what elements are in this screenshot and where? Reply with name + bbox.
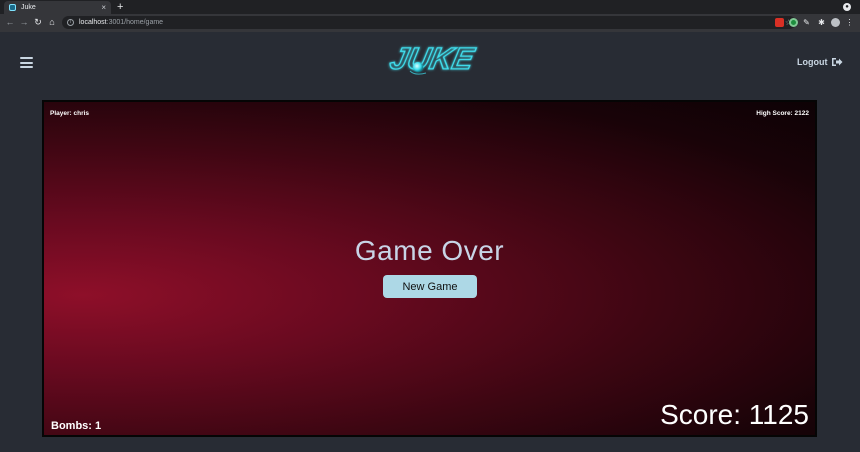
profile-avatar-icon[interactable] — [831, 18, 840, 27]
extension-red-icon[interactable] — [775, 18, 784, 27]
favicon-icon — [9, 4, 16, 11]
browser-tab[interactable]: Juke × — [4, 1, 111, 14]
logout-button[interactable]: Logout — [797, 57, 843, 67]
tab-title: Juke — [21, 4, 36, 11]
bombs-count: Bombs: 1 — [51, 420, 102, 432]
svg-text:JUKE: JUKE — [387, 41, 478, 76]
close-tab-icon[interactable]: × — [101, 3, 106, 12]
browser-menu-icon[interactable]: ⋮ — [845, 18, 854, 27]
window-control-icon[interactable]: ● — [843, 3, 851, 11]
browser-tab-strip: Juke × + ● — [0, 0, 860, 14]
address-bar[interactable]: i localhost:3001/home/game ☆ — [62, 16, 796, 29]
forward-arrow-icon[interactable]: → — [18, 16, 30, 29]
juke-logo: JUKE — [386, 41, 478, 77]
home-icon[interactable]: ⌂ — [46, 16, 58, 29]
url-text: localhost:3001/home/game — [79, 19, 164, 26]
extension-green-icon[interactable] — [789, 18, 798, 27]
new-game-button[interactable]: New Game — [383, 275, 477, 298]
logout-label: Logout — [797, 57, 828, 67]
extensions-puzzle-icon[interactable]: ✱ — [817, 18, 826, 27]
high-score: High Score: 2122 — [756, 110, 809, 117]
site-info-icon[interactable]: i — [67, 19, 74, 26]
new-tab-button[interactable]: + — [117, 1, 123, 13]
score-display: Score: 1125 — [660, 399, 809, 430]
hamburger-menu-icon[interactable] — [20, 57, 33, 68]
browser-toolbar: ← → ↻ ⌂ i localhost:3001/home/game ☆ ✎ ✱… — [0, 14, 860, 32]
reload-icon[interactable]: ↻ — [32, 16, 44, 29]
extension-pen-icon[interactable]: ✎ — [802, 18, 811, 27]
logout-arrow-icon — [831, 58, 842, 66]
game-over-title: Game Over — [354, 235, 505, 266]
game-board[interactable]: Player: chris High Score: 2122 Game Over… — [42, 100, 817, 437]
player-name: Player: chris — [50, 110, 90, 117]
back-arrow-icon[interactable]: ← — [4, 16, 16, 29]
